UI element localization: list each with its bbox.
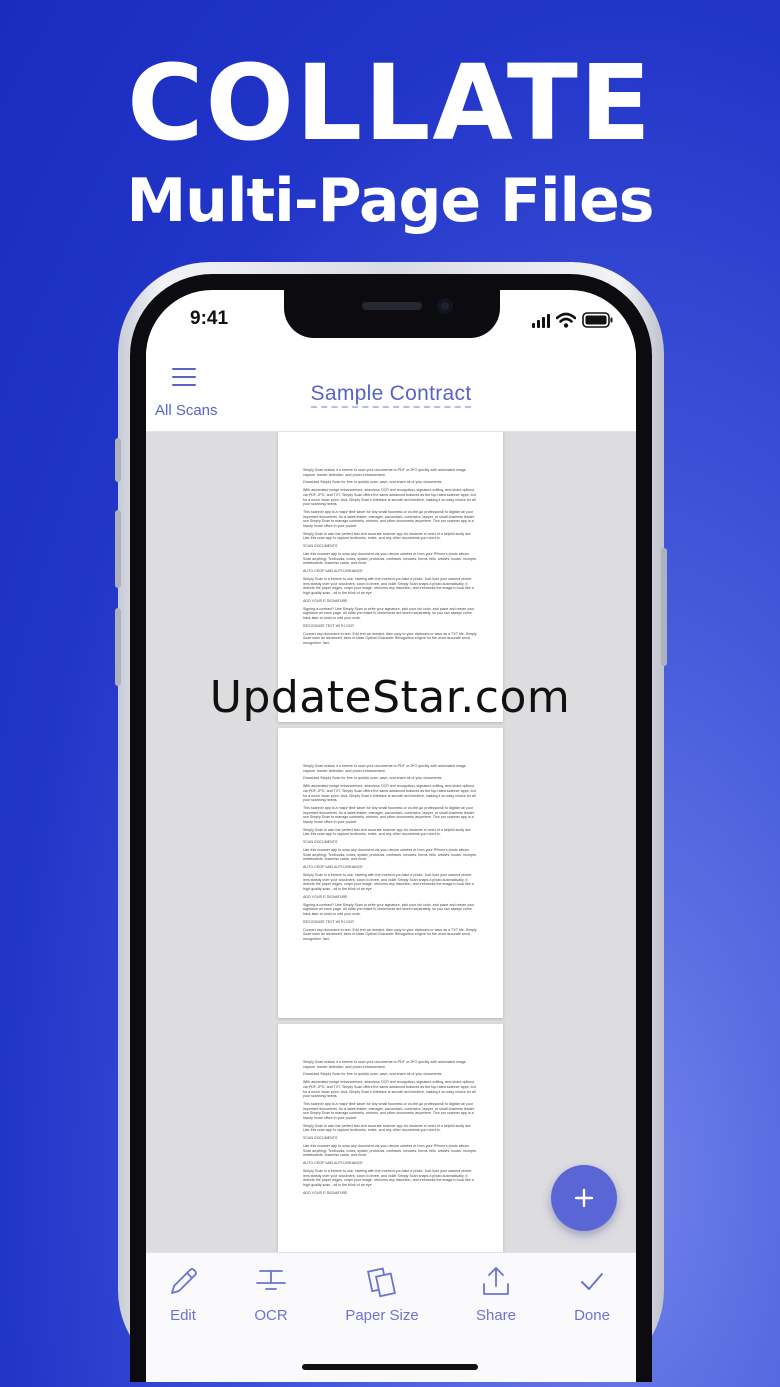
phone-bezel: 9:41 All Scans Sample Contract Simply Sc… [130,274,652,1382]
promo-subheadline: Multi-Page Files [126,166,654,236]
speaker-grille [362,302,422,310]
page-paragraph: ADD YOUR E-SIGNATURE [303,1190,348,1195]
page-paragraph: Simply Scan is a breeze to use, starting… [303,1169,474,1187]
page-paragraph: Signing a contract? Use Simply Scan to w… [303,902,475,916]
page-paragraph: This scanner app is a major time saver f… [303,1102,475,1120]
page-paragraph: Use this scanner app to scan any documen… [303,848,477,862]
plus-icon [574,1188,594,1208]
document-page[interactable]: Simply Scan makes it a breeze to scan yo… [278,728,503,1018]
page-paragraph: Simply Scan makes it a breeze to scan yo… [303,468,466,477]
watermark: UpdateStar.com [209,672,571,723]
cellular-signal-icon [532,314,550,328]
page-paragraph: Simply Scan is also the perfect fast and… [303,1123,472,1133]
page-paragraph: AUTO-CROP AND AUTO-ENHANCE [303,569,363,574]
page-paragraph: AUTO-CROP AND AUTO-ENHANCE [303,865,363,870]
phone-screen: 9:41 All Scans Sample Contract Simply Sc… [146,290,636,1382]
status-icons [532,312,614,328]
document-page[interactable]: Simply Scan makes it a breeze to scan yo… [278,1024,503,1252]
page-paragraph: SCAN DOCUMENTS [303,1136,338,1141]
page-paragraph: Download Simply Scan for free to quickly… [303,480,443,485]
page-paragraph: Download Simply Scan for free to quickly… [303,776,443,781]
pencil-icon [171,1268,197,1294]
page-paragraph: SCAN DOCUMENTS [303,840,338,845]
phone-power-button [661,548,667,666]
done-button[interactable]: Done [542,1265,636,1324]
page-paragraph: With automated image enhancement, seamle… [303,488,476,507]
share-label: Share [475,1307,517,1324]
wifi-icon [556,312,576,328]
done-label: Done [574,1307,610,1324]
page-paragraph: ADD YOUR E-SIGNATURE [303,598,348,603]
home-indicator[interactable] [302,1364,478,1370]
page-paragraph: Signing a contract? Use Simply Scan to w… [303,606,475,620]
page-paragraph: RECOGNIZE TEXT WITH OCR [303,623,355,628]
add-page-button[interactable] [551,1165,617,1231]
page-paragraph: Use this scanner app to scan any documen… [303,1144,477,1158]
ocr-button[interactable]: OCR [221,1265,321,1324]
page-paragraph: Simply Scan is also the perfect fast and… [303,827,472,837]
page-paragraph: ADD YOUR E-SIGNATURE [303,894,348,899]
document-title[interactable]: Sample Contract [146,382,636,408]
battery-icon [582,312,613,328]
page-paragraph: SCAN DOCUMENTS [303,544,338,549]
phone-side-button [115,438,121,482]
page-paragraph: With automated image enhancement, seamle… [303,1080,476,1099]
page-paragraph: Simply Scan is also the perfect fast and… [303,531,472,541]
paper-size-button[interactable]: Paper Size [332,1265,432,1324]
edit-label: Edit [170,1307,196,1324]
page-paragraph: Simply Scan is a breeze to use, starting… [303,577,474,595]
phone-volume-up [115,510,121,588]
page-paragraph: Convert any document to text. Edit text … [303,631,477,645]
page-paragraph: Simply Scan is a breeze to use, starting… [303,873,474,891]
front-camera [437,298,453,314]
page-paragraph: Simply Scan makes it a breeze to scan yo… [303,764,466,773]
share-icon [483,1267,509,1295]
paper-size-label: Paper Size [345,1307,419,1324]
page-paragraph: RECOGNIZE TEXT WITH OCR [303,919,355,924]
checkmark-icon [581,1273,603,1290]
edit-button[interactable]: Edit [146,1265,233,1324]
page-list[interactable]: Simply Scan makes it a breeze to scan yo… [146,432,636,1252]
promo-headline: COLLATE [127,42,653,164]
nav-bar: All Scans Sample Contract [146,350,636,432]
page-paragraph: Simply Scan makes it a breeze to scan yo… [303,1060,466,1069]
status-time: 9:41 [190,308,229,329]
phone-frame: 9:41 All Scans Sample Contract Simply Sc… [115,262,667,1382]
page-paragraph: Download Simply Scan for free to quickly… [303,1072,443,1077]
page-paragraph: AUTO-CROP AND AUTO-ENHANCE [303,1161,363,1166]
ocr-label: OCR [254,1307,288,1324]
page-paragraph: Convert any document to text. Edit text … [303,927,477,941]
share-button[interactable]: Share [446,1265,546,1324]
bottom-toolbar: Edit OCR Paper Size Share Done [146,1252,636,1382]
text-scan-icon [256,1270,286,1290]
page-paragraph: This scanner app is a major time saver f… [303,510,475,528]
page-paragraph: With automated image enhancement, seamle… [303,784,476,803]
document-title-text: Sample Contract [310,382,472,408]
pages-icon [367,1267,396,1298]
page-paragraph: This scanner app is a major time saver f… [303,806,475,824]
phone-notch [284,290,500,338]
page-paragraph: Use this scanner app to scan any documen… [303,552,477,566]
